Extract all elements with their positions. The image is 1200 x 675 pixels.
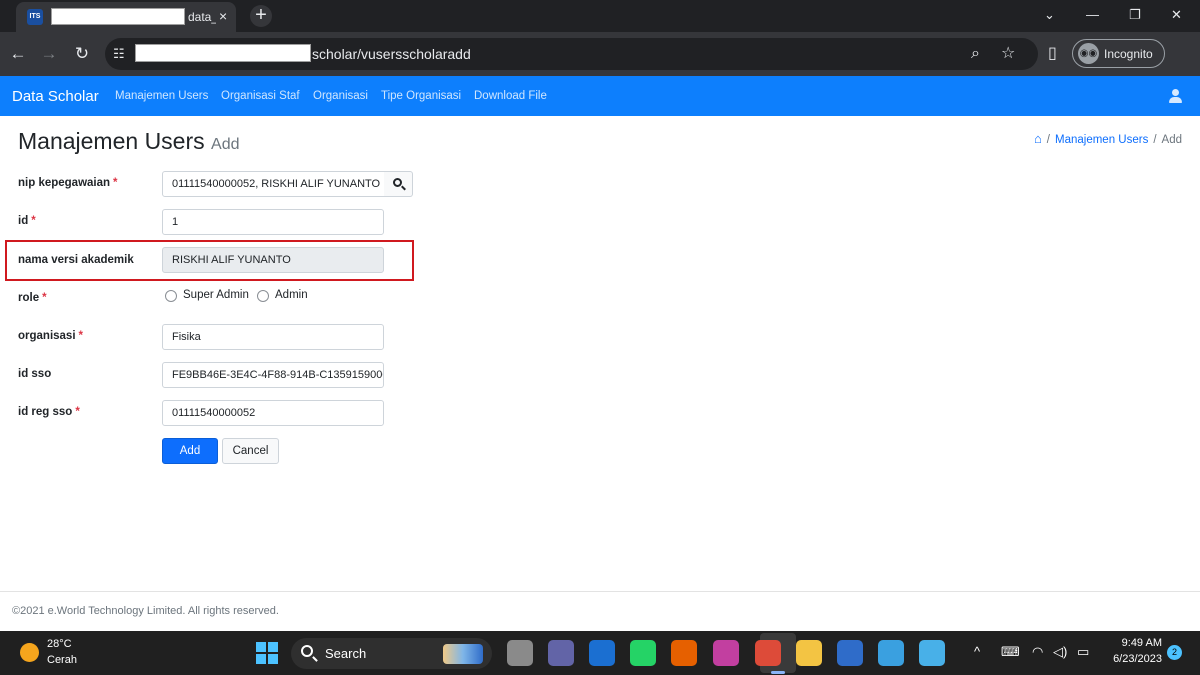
task-view-icon[interactable] xyxy=(507,640,533,666)
nav-link-organisasi[interactable]: Organisasi xyxy=(313,90,368,102)
whatsapp-icon[interactable] xyxy=(630,640,656,666)
redacted-url-host xyxy=(135,44,311,62)
windows-taskbar: 28°C Cerah Search ^ ⌨ ◠ ◁) ▭ 9:49 AM 6/2… xyxy=(0,631,1200,675)
nav-link-organisasi-staf[interactable]: Organisasi Staf xyxy=(221,90,300,102)
wifi-icon[interactable]: ◠ xyxy=(1032,644,1043,660)
breadcrumb-manajemen-users[interactable]: Manajemen Users xyxy=(1055,134,1148,146)
page-footer: ©2021 e.World Technology Limited. All ri… xyxy=(0,591,1200,631)
clock-time[interactable]: 9:49 AM xyxy=(1100,637,1162,649)
breadcrumb-separator: / xyxy=(1046,134,1050,146)
required-marker: * xyxy=(31,215,36,227)
battery-icon[interactable]: ▭ xyxy=(1077,644,1089,660)
weather-sun-icon[interactable] xyxy=(20,643,39,662)
organisasi-label: organisasi * xyxy=(18,330,84,342)
app-navbar: Data Scholar Manajemen Users Organisasi … xyxy=(0,76,1200,116)
required-marker: * xyxy=(42,292,47,304)
show-hidden-icons-chevron-icon[interactable]: ^ xyxy=(974,644,980,660)
restore-icon[interactable]: ❐ xyxy=(1129,7,1141,23)
nav-link-download-file[interactable]: Download File xyxy=(474,90,547,102)
site-info-icon[interactable]: ☷ xyxy=(113,46,129,62)
incognito-icon: ◉◉ xyxy=(1078,43,1099,64)
role-super-admin-label[interactable]: Super Admin xyxy=(183,289,249,301)
breadcrumb-current: Add xyxy=(1161,134,1182,146)
teams-chat-icon[interactable] xyxy=(548,640,574,666)
incognito-badge[interactable]: ◉◉ Incognito xyxy=(1072,39,1165,68)
reload-icon[interactable]: ↻ xyxy=(71,43,93,65)
tab-close-icon[interactable]: × xyxy=(219,9,227,23)
nama-versi-akademik-field: RISKHI ALIF YUNANTO xyxy=(162,247,384,273)
active-app-indicator xyxy=(771,671,785,674)
id-reg-sso-input[interactable]: 01111540000052 xyxy=(162,400,384,426)
page-title-text: Manajemen Users xyxy=(18,128,205,154)
nav-link-manajemen-users[interactable]: Manajemen Users xyxy=(115,90,208,102)
bookmark-star-icon[interactable]: ☆ xyxy=(1001,44,1015,64)
tab-search-dropdown-icon[interactable]: ⌄ xyxy=(1044,7,1055,23)
breadcrumb-separator: / xyxy=(1153,134,1157,146)
breadcrumb: ⌂ / Manajemen Users / Add xyxy=(1034,131,1182,146)
close-window-icon[interactable]: ✕ xyxy=(1171,7,1182,23)
weather-description[interactable]: Cerah xyxy=(47,654,77,666)
back-icon[interactable]: ← xyxy=(7,43,29,65)
nip-search-button[interactable] xyxy=(384,171,413,197)
url-text[interactable]: scholar/vusersscholaradd xyxy=(312,46,471,62)
side-panel-icon[interactable]: ▯ xyxy=(1048,44,1057,64)
role-super-admin-radio[interactable] xyxy=(165,290,177,302)
taskbar-search-label: Search xyxy=(325,646,367,661)
new-tab-icon[interactable]: + xyxy=(250,5,272,27)
clock-date[interactable]: 6/23/2023 xyxy=(1100,653,1162,665)
file-explorer-icon[interactable] xyxy=(796,640,822,666)
firefox-icon[interactable] xyxy=(671,640,697,666)
browser-tab-strip: ITS data_s × + ⌄ — ❐ ✕ xyxy=(0,0,1200,32)
nip-kepegawaian-input[interactable]: 01111540000052, RISKHI ALIF YUNANTO xyxy=(162,171,385,197)
nav-link-tipe-organisasi[interactable]: Tipe Organisasi xyxy=(381,90,461,102)
home-icon[interactable]: ⌂ xyxy=(1034,131,1042,146)
chrome-icon[interactable] xyxy=(755,640,781,666)
windows-start-icon[interactable] xyxy=(256,642,278,664)
nip-kepegawaian-label: nip kepegawaian * xyxy=(18,177,118,189)
site-favicon-icon: ITS xyxy=(27,9,43,25)
notification-count-badge[interactable]: 2 xyxy=(1167,645,1182,660)
keyboard-layout-icon[interactable]: ⌨ xyxy=(1001,644,1020,660)
paint-icon[interactable] xyxy=(919,640,945,666)
id-reg-sso-label: id reg sso * xyxy=(18,406,80,418)
page-subtitle: Add xyxy=(211,136,240,153)
nama-versi-akademik-label: nama versi akademik xyxy=(18,254,134,266)
notepad-icon[interactable] xyxy=(878,640,904,666)
id-sso-input[interactable]: FE9BB46E-3E4C-4F88-914B-C13591590000 xyxy=(162,362,384,388)
id-sso-label: id sso xyxy=(18,368,52,380)
tab-title: data_s xyxy=(188,10,216,24)
role-admin-label[interactable]: Admin xyxy=(275,289,308,301)
required-marker: * xyxy=(75,406,80,418)
copyright-text: ©2021 e.World Technology Limited. All ri… xyxy=(12,605,279,617)
taskbar-search-box[interactable]: Search xyxy=(291,638,492,669)
organisasi-input[interactable]: Fisika xyxy=(162,324,384,350)
forward-icon[interactable]: → xyxy=(38,43,60,65)
zoom-icon[interactable]: ⌕ xyxy=(971,44,980,64)
search-highlight-image xyxy=(443,644,483,664)
required-marker: * xyxy=(113,177,118,189)
snipping-tool-icon[interactable] xyxy=(713,640,739,666)
volume-icon[interactable]: ◁) xyxy=(1053,644,1067,660)
role-label: role * xyxy=(18,292,47,304)
mail-icon[interactable] xyxy=(589,640,615,666)
remote-desktop-icon[interactable] xyxy=(837,640,863,666)
cancel-button[interactable]: Cancel xyxy=(222,438,279,464)
browser-tab[interactable]: ITS data_s × xyxy=(16,2,236,32)
redacted-tab-title xyxy=(51,8,185,25)
user-menu-icon[interactable] xyxy=(1168,87,1184,105)
required-marker: * xyxy=(78,330,84,342)
id-input[interactable]: 1 xyxy=(162,209,384,235)
incognito-label: Incognito xyxy=(1104,47,1153,61)
role-admin-radio[interactable] xyxy=(257,290,269,302)
id-label: id * xyxy=(18,215,36,227)
app-brand[interactable]: Data Scholar xyxy=(12,88,99,105)
minimize-icon[interactable]: — xyxy=(1086,7,1099,23)
weather-temperature[interactable]: 28°C xyxy=(47,638,72,650)
add-button[interactable]: Add xyxy=(162,438,218,464)
search-icon xyxy=(301,645,313,657)
page-title: Manajemen Users Add xyxy=(18,128,240,155)
